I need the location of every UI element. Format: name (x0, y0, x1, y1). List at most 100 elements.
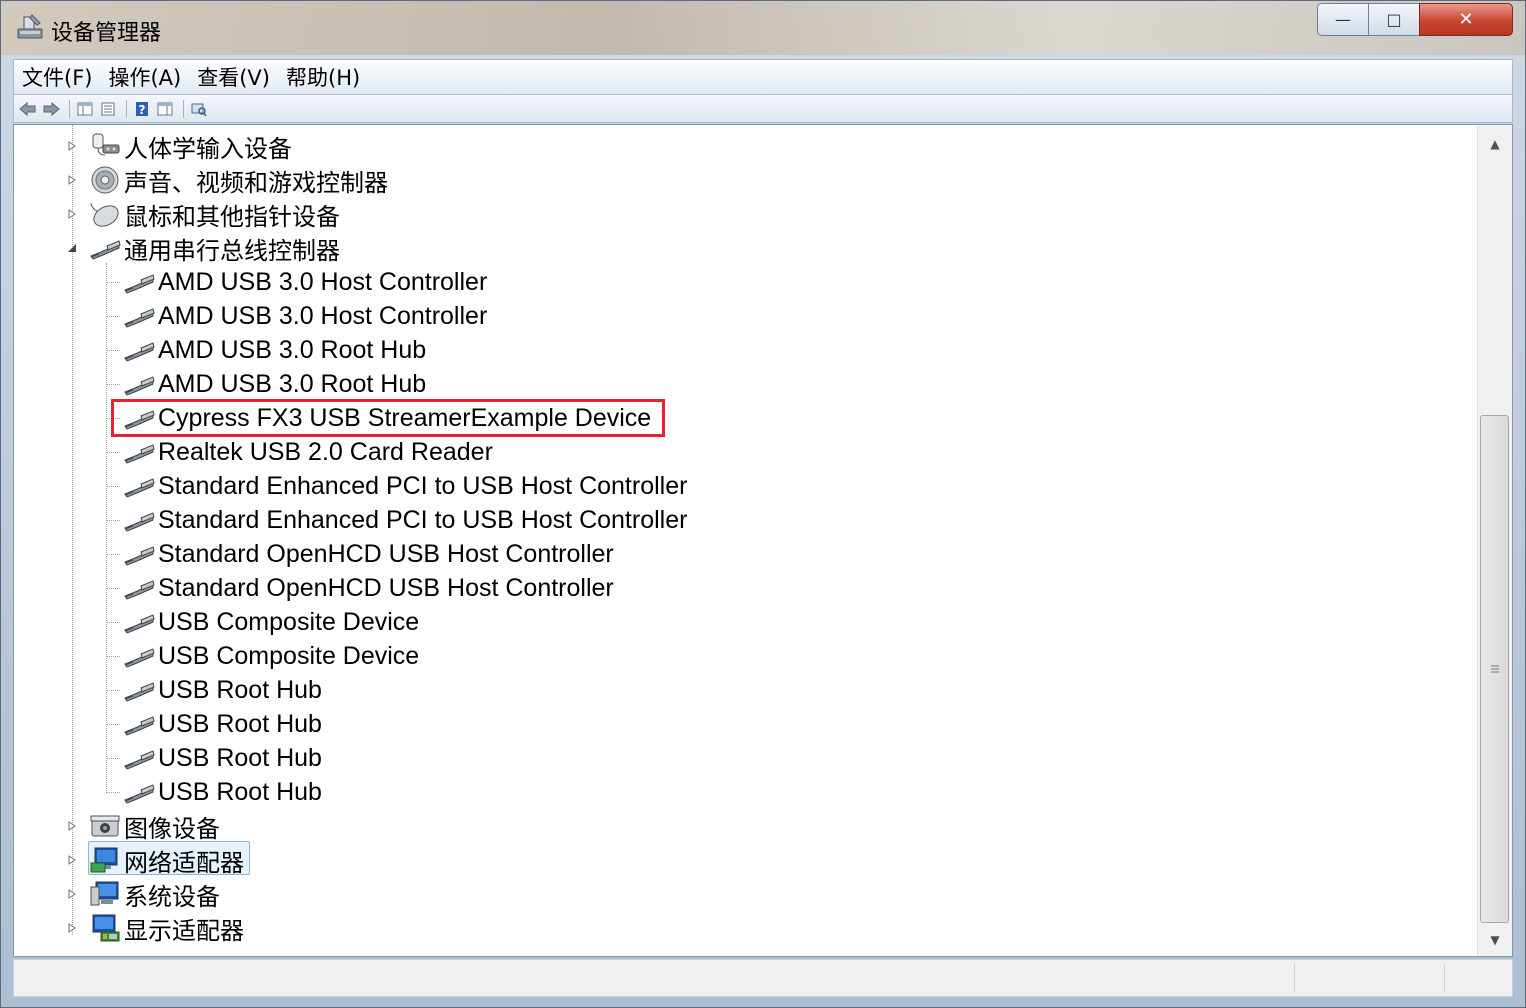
action-pane-icon[interactable] (155, 100, 175, 118)
usb-device-item[interactable]: USB Root Hub (106, 707, 322, 741)
category-system-devices[interactable]: 系统设备 (14, 877, 220, 911)
category-mouse[interactable]: 鼠标和其他指针设备 (14, 197, 340, 231)
expand-arrow-icon[interactable] (66, 208, 78, 220)
device-label: Standard OpenHCD USB Host Controller (158, 539, 614, 568)
expand-arrow-icon[interactable] (66, 140, 78, 152)
usb-icon (122, 301, 156, 331)
tree-line (106, 384, 120, 385)
status-pane (1294, 964, 1295, 992)
close-button[interactable]: ✕ (1419, 3, 1513, 36)
minimize-button[interactable]: — (1317, 3, 1369, 36)
expand-arrow-icon[interactable] (66, 888, 78, 900)
status-pane (1444, 964, 1445, 992)
usb-device-item[interactable]: USB Composite Device (106, 639, 419, 673)
tree-line (106, 554, 120, 555)
usb-device-item[interactable]: AMD USB 3.0 Root Hub (106, 367, 426, 401)
toolbar: ? (13, 95, 1513, 123)
expand-arrow-icon[interactable] (66, 820, 78, 832)
toolbar-separator (183, 99, 184, 118)
usb-device-item[interactable]: AMD USB 3.0 Root Hub (106, 333, 426, 367)
tree-line (106, 350, 120, 351)
usb-device-item[interactable]: Realtek USB 2.0 Card Reader (106, 435, 493, 469)
usb-device-item[interactable]: Standard Enhanced PCI to USB Host Contro… (106, 469, 687, 503)
maximize-button[interactable]: □ (1368, 3, 1420, 36)
vertical-scrollbar[interactable]: ▲ ▼ (1477, 125, 1512, 956)
show-hide-tree-icon[interactable] (75, 100, 95, 118)
tree-line (106, 282, 120, 283)
minimize-icon: — (1335, 10, 1351, 29)
expand-arrow-icon[interactable] (66, 854, 78, 866)
status-bar (13, 959, 1513, 997)
menu-view[interactable]: 查看(V) (189, 62, 278, 92)
speaker-icon (88, 165, 122, 195)
display-adapter-icon (88, 913, 122, 943)
mouse-icon (88, 199, 122, 229)
highlight-box (111, 399, 665, 437)
category-label: 声音、视频和游戏控制器 (124, 168, 388, 197)
category-usb-controllers[interactable]: 通用串行总线控制器 (14, 231, 340, 265)
svg-text:?: ? (139, 103, 146, 117)
device-label: Standard OpenHCD USB Host Controller (158, 573, 614, 602)
device-label: AMD USB 3.0 Root Hub (158, 335, 427, 364)
collapse-arrow-icon[interactable] (66, 242, 78, 254)
category-hid[interactable]: 人体学输入设备 (14, 129, 292, 163)
back-icon[interactable] (18, 100, 38, 118)
menu-action[interactable]: 操作(A) (100, 62, 189, 92)
category-label: 网络适配器 (124, 848, 244, 877)
network-adapter-icon (88, 845, 122, 875)
usb-icon (122, 267, 156, 297)
scrollbar-thumb[interactable] (1480, 415, 1509, 923)
expand-arrow-icon[interactable] (66, 174, 78, 186)
usb-device-item[interactable]: AMD USB 3.0 Host Controller (106, 265, 487, 299)
usb-device-item[interactable]: Standard OpenHCD USB Host Controller (106, 571, 614, 605)
device-label: AMD USB 3.0 Host Controller (158, 301, 488, 330)
tree-line (106, 452, 120, 453)
device-manager-window: 设备管理器 — □ ✕ 文件(F) 操作(A) 查看(V) 帮助(H) ? 人体… (0, 0, 1526, 1008)
scroll-down-icon[interactable]: ▼ (1478, 923, 1512, 956)
tree-line (106, 724, 120, 725)
device-label: Realtek USB 2.0 Card Reader (158, 437, 493, 466)
category-display-adapters[interactable]: 显示适配器 (14, 911, 244, 945)
usb-icon (122, 505, 156, 535)
forward-icon[interactable] (41, 100, 61, 118)
usb-icon (122, 573, 156, 603)
tree-line (106, 690, 120, 691)
usb-device-item[interactable]: Standard Enhanced PCI to USB Host Contro… (106, 503, 687, 537)
tree-line (106, 520, 120, 521)
category-network-adapters[interactable]: 网络适配器 (14, 843, 244, 877)
title-bar[interactable]: 设备管理器 — □ ✕ (1, 1, 1525, 55)
help-icon[interactable]: ? (132, 100, 152, 118)
caption-buttons: — □ ✕ (1317, 3, 1513, 36)
usb-device-item[interactable]: Standard OpenHCD USB Host Controller (106, 537, 614, 571)
category-sound[interactable]: 声音、视频和游戏控制器 (14, 163, 388, 197)
category-label: 人体学输入设备 (124, 134, 292, 163)
scroll-up-icon[interactable]: ▲ (1478, 127, 1512, 161)
usb-device-item[interactable]: USB Root Hub (106, 741, 322, 775)
tree-line (106, 656, 120, 657)
category-imaging[interactable]: 图像设备 (14, 809, 220, 843)
usb-device-item[interactable]: USB Root Hub (106, 775, 322, 809)
grip-icon (1490, 665, 1499, 673)
maximize-icon: □ (1386, 10, 1402, 29)
menu-file[interactable]: 文件(F) (14, 62, 100, 92)
expand-arrow-icon[interactable] (66, 922, 78, 934)
usb-device-item[interactable]: USB Root Hub (106, 673, 322, 707)
usb-icon (122, 709, 156, 739)
usb-icon (122, 335, 156, 365)
device-label: AMD USB 3.0 Host Controller (158, 267, 488, 296)
usb-device-item[interactable]: AMD USB 3.0 Host Controller (106, 299, 487, 333)
usb-icon (122, 641, 156, 671)
menu-help[interactable]: 帮助(H) (278, 62, 368, 92)
usb-icon (122, 777, 156, 807)
tree-line (106, 622, 120, 623)
usb-device-item[interactable]: USB Composite Device (106, 605, 419, 639)
tree-line (106, 792, 120, 793)
device-label: AMD USB 3.0 Root Hub (158, 369, 427, 398)
scan-hardware-icon[interactable] (189, 100, 209, 118)
system-devices-icon (88, 879, 122, 909)
device-manager-icon (17, 14, 43, 39)
category-label: 图像设备 (124, 814, 220, 843)
toolbar-separator (126, 99, 127, 118)
properties-icon[interactable] (98, 100, 118, 118)
device-tree-pane[interactable]: 人体学输入设备 声音、视频和游戏控制器 鼠标和其他指针设备 通用串行总线控制器 … (13, 124, 1513, 957)
